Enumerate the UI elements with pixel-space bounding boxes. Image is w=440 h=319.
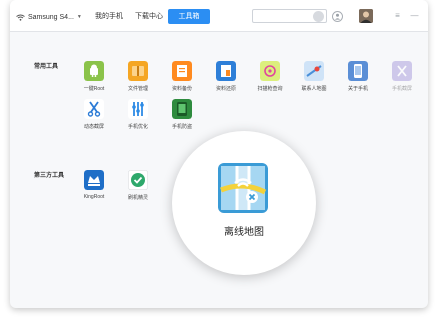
avatar[interactable] [359, 9, 373, 23]
scan-icon [260, 61, 280, 81]
app-label: 扫描枪查询 [257, 86, 283, 92]
flash-icon [128, 170, 148, 190]
app-label: KingRoot [83, 194, 105, 200]
wifi-icon [16, 14, 25, 21]
app-dynamic-screenshot[interactable]: 动态截屏 [72, 99, 116, 130]
minimize-icon[interactable]: — [409, 10, 420, 21]
app-phone-optimize[interactable]: 手机优化 [116, 99, 160, 130]
user-icon[interactable] [332, 11, 343, 22]
app-one-key-root[interactable]: 一键Root [72, 61, 116, 92]
app-about-phone[interactable]: 关于手机 [336, 61, 380, 92]
app-contact-map[interactable]: 联系人地图 [292, 61, 336, 92]
app-kingroot[interactable]: KingRoot [72, 170, 116, 200]
app-scan-query[interactable]: 扫描枪查询 [248, 61, 292, 92]
restore-icon [216, 61, 236, 81]
device-name: Samsung S4... [28, 13, 74, 21]
app-label: 资料备份 [171, 86, 192, 92]
app-data-backup[interactable]: 资料备份 [160, 61, 204, 92]
tab-my-phone[interactable]: 我的手机 [94, 9, 124, 24]
backup-icon [172, 61, 192, 81]
optimize-icon [128, 99, 148, 119]
app-label: 手机截屏 [391, 86, 412, 92]
app-label: 联系人地图 [301, 86, 327, 92]
tab-toolbox[interactable]: 工具箱 [168, 9, 210, 24]
folder-icon [128, 61, 148, 81]
app-label: 资料还原 [215, 86, 236, 92]
phone-info-icon [348, 61, 368, 81]
app-label: 一键Root [83, 86, 105, 92]
app-label: 动态截屏 [83, 124, 104, 130]
app-label: 刷机精灵 [127, 195, 148, 201]
android-icon [84, 61, 104, 81]
scissors-icon [84, 99, 104, 119]
app-label: 手机优化 [127, 124, 148, 130]
app-label: 文件管理 [127, 86, 148, 92]
offline-map-label: 离线地图 [224, 227, 264, 238]
search-icon[interactable] [313, 11, 324, 22]
device-selector[interactable]: Samsung S4... ▼ [16, 10, 82, 24]
app-data-restore[interactable]: 资料还原 [204, 61, 248, 92]
tab-download-center[interactable]: 下载中心 [134, 9, 164, 24]
section-title-third-party: 第三方工具 [34, 173, 65, 179]
screenshot-icon [392, 61, 412, 81]
top-bar: Samsung S4... ▼ 我的手机 下载中心 工具箱 ≡ — [10, 0, 428, 32]
app-anti-theft[interactable]: 手机防盗 [160, 99, 204, 130]
chevron-down-icon: ▼ [76, 14, 82, 20]
contact-map-icon [304, 61, 324, 81]
app-flash-wizard[interactable]: 刷机精灵 [116, 170, 160, 201]
offline-map-icon [218, 163, 268, 213]
app-phone-screenshot[interactable]: 手机截屏 [380, 61, 424, 92]
app-file-manager[interactable]: 文件管理 [116, 61, 160, 92]
app-label: 关于手机 [347, 86, 368, 92]
menu-icon[interactable]: ≡ [392, 10, 403, 21]
section-title-common: 常用工具 [34, 64, 59, 70]
magnified-offline-map[interactable]: 离线地图 [172, 131, 316, 275]
app-label: 手机防盗 [171, 124, 192, 130]
kingroot-icon [84, 170, 104, 190]
anti-theft-icon [172, 99, 192, 119]
